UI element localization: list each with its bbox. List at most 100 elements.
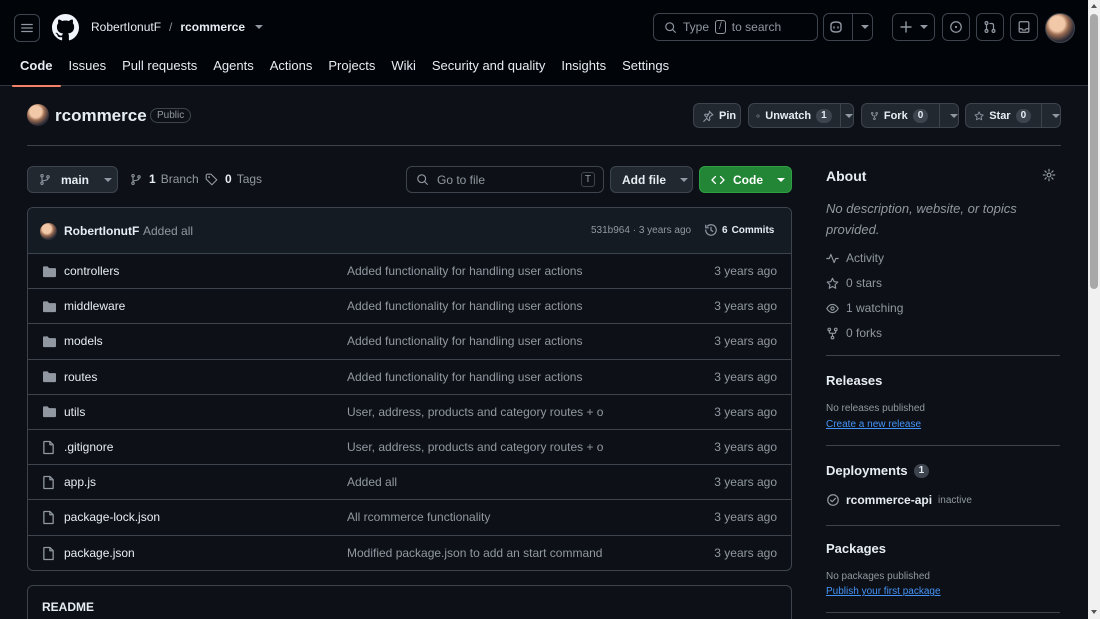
file-commit-message[interactable]: Modified package.json to add an start co… <box>347 546 602 560</box>
page-scrollbar[interactable] <box>1088 0 1100 619</box>
file-name[interactable]: package-lock.json <box>64 510 160 524</box>
file-row[interactable]: package.json Modified package.json to add… <box>28 536 791 571</box>
inbox-button[interactable] <box>1010 13 1038 41</box>
scrollbar-thumb[interactable] <box>1090 14 1098 289</box>
file-commit-message[interactable]: Added functionality for handling user ac… <box>347 370 582 384</box>
file-name[interactable]: routes <box>64 370 97 384</box>
divider <box>826 525 1060 526</box>
file-row[interactable]: app.js Added all 3 years ago <box>28 465 791 501</box>
stars-link[interactable]: 0 stars <box>826 276 882 290</box>
scroll-up-arrow-icon[interactable] <box>1091 4 1097 8</box>
search-input[interactable]: Type / to search <box>653 13 818 41</box>
issue-opened-icon <box>950 21 962 33</box>
hamburger-icon <box>21 23 33 33</box>
menu-button[interactable] <box>14 14 40 42</box>
file-name[interactable]: .gitignore <box>64 440 113 454</box>
file-list: controllers Added functionality for handl… <box>28 254 791 571</box>
copilot-chevron-icon[interactable] <box>860 25 869 29</box>
tab-wiki[interactable]: Wiki <box>383 52 424 86</box>
file-commit-message[interactable]: Added all <box>347 475 397 489</box>
repo-link[interactable]: rcommerce <box>180 20 245 34</box>
fork-chevron-icon[interactable] <box>950 113 958 118</box>
file-row[interactable]: routes Added functionality for handling u… <box>28 360 791 395</box>
tab-security-and-quality[interactable]: Security and quality <box>424 52 553 86</box>
breadcrumb: RobertIonutF / rcommerce <box>91 20 264 34</box>
deployments-heading[interactable]: Deployments 1 <box>826 463 930 478</box>
file-commit-message[interactable]: Added functionality for handling user ac… <box>347 299 582 313</box>
add-file-button[interactable]: Add file <box>610 166 693 193</box>
about-heading: About <box>826 168 867 184</box>
tag-count-label: Tags <box>236 172 263 186</box>
deployments-title: Deployments <box>826 463 908 478</box>
releases-heading[interactable]: Releases <box>826 373 882 388</box>
file-row[interactable]: controllers Added functionality for handl… <box>28 254 791 290</box>
user-avatar[interactable] <box>1045 13 1075 43</box>
repo-title[interactable]: rcommerce <box>55 106 147 126</box>
file-name[interactable]: utils <box>64 405 85 419</box>
file-name[interactable]: package.json <box>64 546 135 560</box>
code-icon <box>711 175 725 184</box>
star-icon <box>974 110 984 120</box>
code-chevron-icon <box>777 177 785 182</box>
commits-link[interactable]: 6 Commits <box>704 223 774 237</box>
file-commit-message[interactable]: Added functionality for handling user ac… <box>347 334 582 348</box>
issues-button[interactable] <box>942 13 970 41</box>
readme-title[interactable]: README <box>42 600 94 614</box>
create-new-button[interactable] <box>892 13 935 41</box>
watch-chevron-icon[interactable] <box>845 113 853 118</box>
repo-forked-icon <box>827 327 838 339</box>
git-branch-icon <box>40 174 50 185</box>
file-row[interactable]: middleware Added functionality for handli… <box>28 289 791 325</box>
releases-empty-text: No releases published <box>826 403 925 414</box>
settings-gear-icon[interactable] <box>1042 168 1056 182</box>
file-commit-message[interactable]: User, address, products and category rou… <box>347 405 603 419</box>
tab-code[interactable]: Code <box>12 52 61 87</box>
tags-link[interactable]: 0 Tags <box>205 172 262 186</box>
tab-settings[interactable]: Settings <box>614 52 677 86</box>
copilot-button[interactable] <box>823 13 873 41</box>
tab-issues[interactable]: Issues <box>61 52 115 86</box>
file-commit-message[interactable]: User, address, products and category rou… <box>347 440 603 454</box>
file-row[interactable]: package-lock.json All rcommerce functiona… <box>28 500 791 536</box>
pull-requests-button[interactable] <box>976 13 1004 41</box>
file-row[interactable]: utils User, address, products and categor… <box>28 395 791 430</box>
star-button[interactable]: Star 0 <box>965 103 1061 128</box>
star-chevron-icon[interactable] <box>1052 113 1060 118</box>
tab-actions[interactable]: Actions <box>262 52 321 86</box>
file-commit-date: 3 years ago <box>714 299 777 314</box>
tab-projects[interactable]: Projects <box>320 52 383 86</box>
tab-insights[interactable]: Insights <box>553 52 614 86</box>
deployment-item[interactable]: rcommerce-api inactive <box>826 493 972 507</box>
go-to-file-input[interactable]: Go to file T <box>406 166 604 193</box>
scroll-down-arrow-icon[interactable] <box>1091 610 1097 614</box>
repo-switcher-chevron-icon[interactable] <box>255 25 264 29</box>
file-row[interactable]: models Added functionality for handling u… <box>28 324 791 360</box>
file-name[interactable]: middleware <box>64 299 125 313</box>
packages-heading[interactable]: Packages <box>826 541 886 556</box>
code-button[interactable]: Code <box>699 166 792 193</box>
activity-link[interactable]: Activity <box>826 251 884 265</box>
branch-selector[interactable]: main <box>27 166 118 193</box>
folder-icon <box>42 265 57 278</box>
file-commit-message[interactable]: Added functionality for handling user ac… <box>347 264 582 278</box>
watching-link[interactable]: 1 watching <box>826 301 903 315</box>
commit-author[interactable]: RobertIonutF <box>64 224 139 238</box>
owner-link[interactable]: RobertIonutF <box>91 20 161 34</box>
file-name[interactable]: app.js <box>64 475 96 489</box>
tab-agents[interactable]: Agents <box>205 52 261 86</box>
create-release-link[interactable]: Create a new release <box>826 419 921 430</box>
branches-link[interactable]: 1 Branch <box>130 172 199 186</box>
pin-button[interactable]: Pin <box>693 103 741 128</box>
forks-link[interactable]: 0 forks <box>826 326 882 340</box>
file-row[interactable]: .gitignore User, address, products and ca… <box>28 430 791 466</box>
github-logo-icon[interactable] <box>52 14 79 41</box>
fork-button[interactable]: Fork 0 <box>861 103 959 128</box>
commit-message[interactable]: Added all <box>143 224 193 238</box>
file-commit-message[interactable]: All rcommerce functionality <box>347 510 490 524</box>
unwatch-button[interactable]: Unwatch 1 <box>748 103 854 128</box>
file-name[interactable]: models <box>64 334 103 348</box>
tab-pull-requests[interactable]: Pull requests <box>114 52 205 86</box>
file-name[interactable]: controllers <box>64 264 119 278</box>
publish-package-link[interactable]: Publish your first package <box>826 586 941 597</box>
commit-meta[interactable]: 531b964 · 3 years ago <box>591 225 691 236</box>
